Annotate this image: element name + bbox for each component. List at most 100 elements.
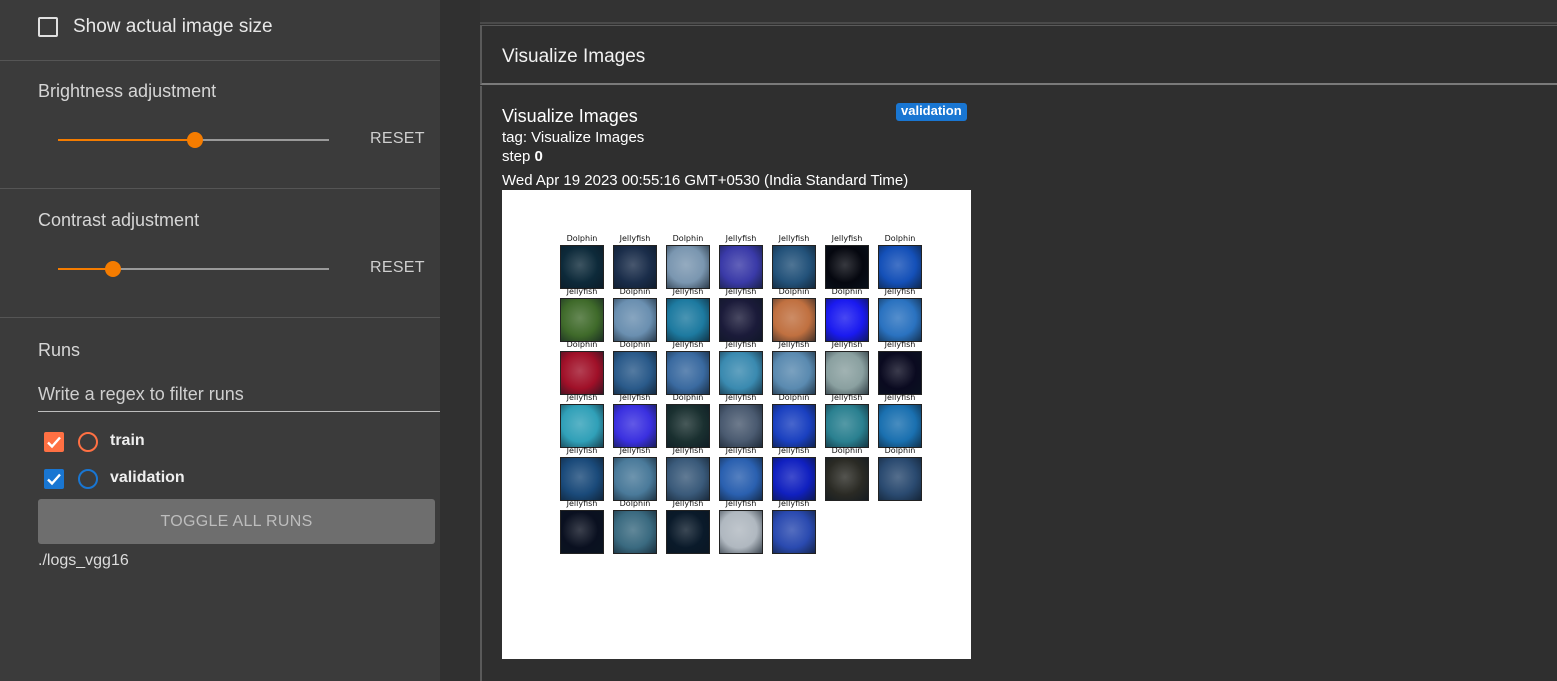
image-tile xyxy=(560,351,604,395)
image-tile xyxy=(772,510,816,554)
tile-label: Dolphin xyxy=(672,234,704,243)
run-badge: validation xyxy=(896,103,967,121)
image-tile xyxy=(719,404,763,448)
image-tile xyxy=(666,510,710,554)
run-label-train: train xyxy=(110,432,145,449)
run-color-indicator-validation xyxy=(78,469,98,489)
image-tile xyxy=(560,510,604,554)
tile-label: Dolphin xyxy=(619,499,651,508)
tile-label: Jellyfish xyxy=(884,340,916,349)
tile-label: Dolphin xyxy=(778,287,810,296)
tile-label: Jellyfish xyxy=(672,340,704,349)
image-tile xyxy=(666,351,710,395)
tile-label: Dolphin xyxy=(672,393,704,402)
image-tile xyxy=(772,457,816,501)
log-directory: ./logs_vgg16 xyxy=(38,552,129,569)
tile-label: Jellyfish xyxy=(672,287,704,296)
image-tile xyxy=(825,351,869,395)
tile-label: Jellyfish xyxy=(619,446,651,455)
tile-label: Dolphin xyxy=(566,340,598,349)
image-tile xyxy=(719,457,763,501)
image-tile xyxy=(666,298,710,342)
brightness-title: Brightness adjustment xyxy=(38,81,217,101)
card-header-title: Visualize Images xyxy=(502,46,646,67)
checkmark-icon xyxy=(47,473,61,486)
card-header[interactable]: Visualize Images xyxy=(480,25,1557,85)
toggle-all-runs-button[interactable]: TOGGLE ALL RUNS xyxy=(38,499,435,544)
image-tag: tag: Visualize Images xyxy=(502,129,645,146)
tile-label: Jellyfish xyxy=(725,393,757,402)
tile-label: Jellyfish xyxy=(566,499,598,508)
tile-label: Jellyfish xyxy=(831,234,863,243)
image-tile xyxy=(878,457,922,501)
image-tile xyxy=(613,404,657,448)
image-tile xyxy=(613,298,657,342)
tile-label: Dolphin xyxy=(884,446,916,455)
tile-label: Jellyfish xyxy=(566,393,598,402)
tile-label: Dolphin xyxy=(778,393,810,402)
run-checkbox-validation[interactable] xyxy=(44,469,64,489)
contrast-reset-button[interactable]: RESET xyxy=(370,259,425,277)
image-tile xyxy=(560,404,604,448)
image-tile xyxy=(825,404,869,448)
brightness-slider-thumb[interactable] xyxy=(187,132,203,148)
image-tile xyxy=(878,245,922,289)
image-step: step 0 xyxy=(502,148,543,165)
divider xyxy=(0,60,440,61)
image-tile xyxy=(878,351,922,395)
tile-label: Jellyfish xyxy=(831,340,863,349)
image-tile xyxy=(613,510,657,554)
image-tile xyxy=(878,404,922,448)
tile-label: Dolphin xyxy=(884,234,916,243)
image-tile xyxy=(772,245,816,289)
image-tile xyxy=(613,351,657,395)
tile-label: Jellyfish xyxy=(725,234,757,243)
top-strip xyxy=(480,0,1557,24)
runs-title: Runs xyxy=(38,340,81,360)
tile-label: Jellyfish xyxy=(725,446,757,455)
image-tile xyxy=(666,457,710,501)
tile-label: Jellyfish xyxy=(778,499,810,508)
image-tile xyxy=(772,298,816,342)
image-tile xyxy=(825,245,869,289)
sidebar: Show actual image size Brightness adjust… xyxy=(0,0,440,681)
brightness-reset-button[interactable]: RESET xyxy=(370,130,425,148)
tile-label: Jellyfish xyxy=(725,499,757,508)
run-filter-input[interactable] xyxy=(38,378,440,412)
image-timestamp: Wed Apr 19 2023 00:55:16 GMT+0530 (India… xyxy=(502,172,909,189)
image-tile xyxy=(772,351,816,395)
tile-label: Jellyfish xyxy=(884,393,916,402)
contrast-slider-thumb[interactable] xyxy=(105,261,121,277)
image-tile xyxy=(719,510,763,554)
contrast-title: Contrast adjustment xyxy=(38,210,200,230)
tile-label: Dolphin xyxy=(831,446,863,455)
image-tile xyxy=(560,457,604,501)
tile-label: Dolphin xyxy=(566,234,598,243)
tile-label: Jellyfish xyxy=(672,499,704,508)
checkmark-icon xyxy=(47,436,61,449)
image-tile xyxy=(666,404,710,448)
tile-label: Jellyfish xyxy=(778,446,810,455)
tile-label: Jellyfish xyxy=(619,393,651,402)
run-color-indicator-train xyxy=(78,432,98,452)
step-label: step xyxy=(502,148,531,165)
tile-label: Jellyfish xyxy=(778,234,810,243)
image-tile xyxy=(825,457,869,501)
brightness-slider-fill xyxy=(58,139,195,141)
run-checkbox-train[interactable] xyxy=(44,432,64,452)
image-tile xyxy=(613,457,657,501)
tile-label: Jellyfish xyxy=(831,393,863,402)
tile-label: Jellyfish xyxy=(566,287,598,296)
image-tile xyxy=(560,298,604,342)
show-actual-size-checkbox[interactable] xyxy=(38,17,58,37)
show-actual-size-label: Show actual image size xyxy=(73,16,273,37)
image-tile xyxy=(719,351,763,395)
image-tile xyxy=(666,245,710,289)
tile-label: Jellyfish xyxy=(884,287,916,296)
image-title: Visualize Images xyxy=(502,106,638,126)
sample-image-grid[interactable]: Dolphin Jellyfish Dolphin Jellyfish Jellyfis… xyxy=(502,190,971,659)
run-label-validation: validation xyxy=(110,469,185,486)
tile-label: Jellyfish xyxy=(725,287,757,296)
image-tile xyxy=(719,298,763,342)
tile-label: Jellyfish xyxy=(619,234,651,243)
